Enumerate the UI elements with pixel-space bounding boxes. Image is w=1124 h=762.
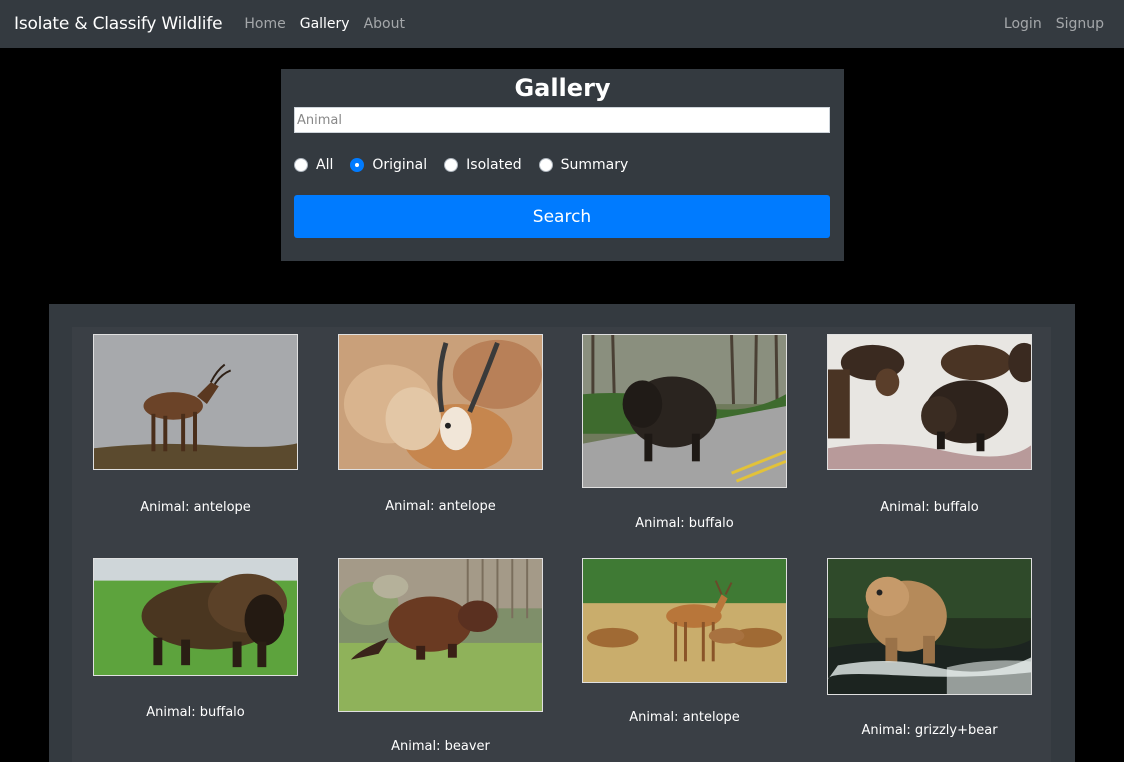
- gallery-card[interactable]: Animal: buffalo: [93, 558, 298, 720]
- nav-signup-link[interactable]: Signup: [1056, 16, 1104, 32]
- radio-original[interactable]: Original: [350, 157, 427, 173]
- buffalo-photo[interactable]: [93, 558, 298, 676]
- nav-home-link[interactable]: Home: [244, 16, 285, 32]
- card-caption: Animal: buffalo: [880, 500, 979, 515]
- antelope-photo[interactable]: [338, 334, 543, 470]
- radio-all-label: All: [316, 157, 334, 173]
- radio-all[interactable]: All: [294, 157, 333, 173]
- radio-original-circle[interactable]: [350, 158, 365, 172]
- card-caption: Animal: antelope: [140, 500, 251, 515]
- radio-isolated-label: Isolated: [466, 157, 522, 173]
- card-caption: Animal: beaver: [391, 739, 490, 754]
- search-button[interactable]: Search: [294, 195, 830, 238]
- antelope-photo[interactable]: [582, 558, 787, 683]
- buffalo-photo[interactable]: [582, 334, 787, 488]
- radio-all-circle[interactable]: [294, 158, 308, 172]
- beaver-photo[interactable]: [338, 558, 543, 712]
- buffalo-photo[interactable]: [827, 334, 1032, 470]
- gallery-card[interactable]: Animal: beaver: [338, 558, 543, 754]
- gallery-container: Animal: antelope Animal: antelope Animal…: [49, 304, 1075, 762]
- card-caption: Animal: buffalo: [635, 516, 734, 531]
- filter-radio-group: All Original Isolated Summary: [294, 156, 831, 174]
- radio-summary-circle[interactable]: [538, 158, 553, 172]
- card-caption: Animal: buffalo: [146, 705, 245, 720]
- brand-link[interactable]: Isolate & Classify Wildlife: [14, 14, 223, 34]
- nav-login-link[interactable]: Login: [1004, 16, 1042, 32]
- card-caption: Animal: antelope: [629, 710, 740, 725]
- gallery-card[interactable]: Animal: antelope: [338, 334, 543, 514]
- gallery-card[interactable]: Animal: buffalo: [827, 334, 1032, 515]
- radio-summary-label: Summary: [560, 157, 629, 173]
- card-caption: Animal: antelope: [385, 499, 496, 514]
- search-panel: Gallery All Original Isolated Summary Se…: [281, 69, 844, 261]
- gallery-grid: Animal: antelope Animal: antelope Animal…: [72, 327, 1051, 762]
- nav-gallery-link[interactable]: Gallery: [300, 16, 350, 32]
- radio-isolated[interactable]: Isolated: [444, 157, 522, 173]
- navbar: Isolate & Classify Wildlife Home Gallery…: [0, 0, 1124, 48]
- gallery-card[interactable]: Animal: buffalo: [582, 334, 787, 531]
- gallery-card[interactable]: Animal: grizzly+bear: [827, 558, 1032, 738]
- radio-isolated-circle[interactable]: [444, 158, 459, 172]
- antelope-photo[interactable]: [93, 334, 298, 470]
- radio-original-label: Original: [372, 157, 428, 173]
- nav-about-link[interactable]: About: [364, 16, 405, 32]
- gallery-card[interactable]: Animal: antelope: [582, 558, 787, 725]
- gallery-card[interactable]: Animal: antelope: [93, 334, 298, 515]
- nav-right-group: Login Signup: [990, 16, 1110, 32]
- grizzly-bear-photo[interactable]: [827, 558, 1032, 695]
- animal-search-input[interactable]: [294, 107, 830, 133]
- page-title: Gallery: [514, 74, 611, 102]
- radio-summary[interactable]: Summary: [538, 157, 629, 173]
- card-caption: Animal: grizzly+bear: [861, 723, 998, 738]
